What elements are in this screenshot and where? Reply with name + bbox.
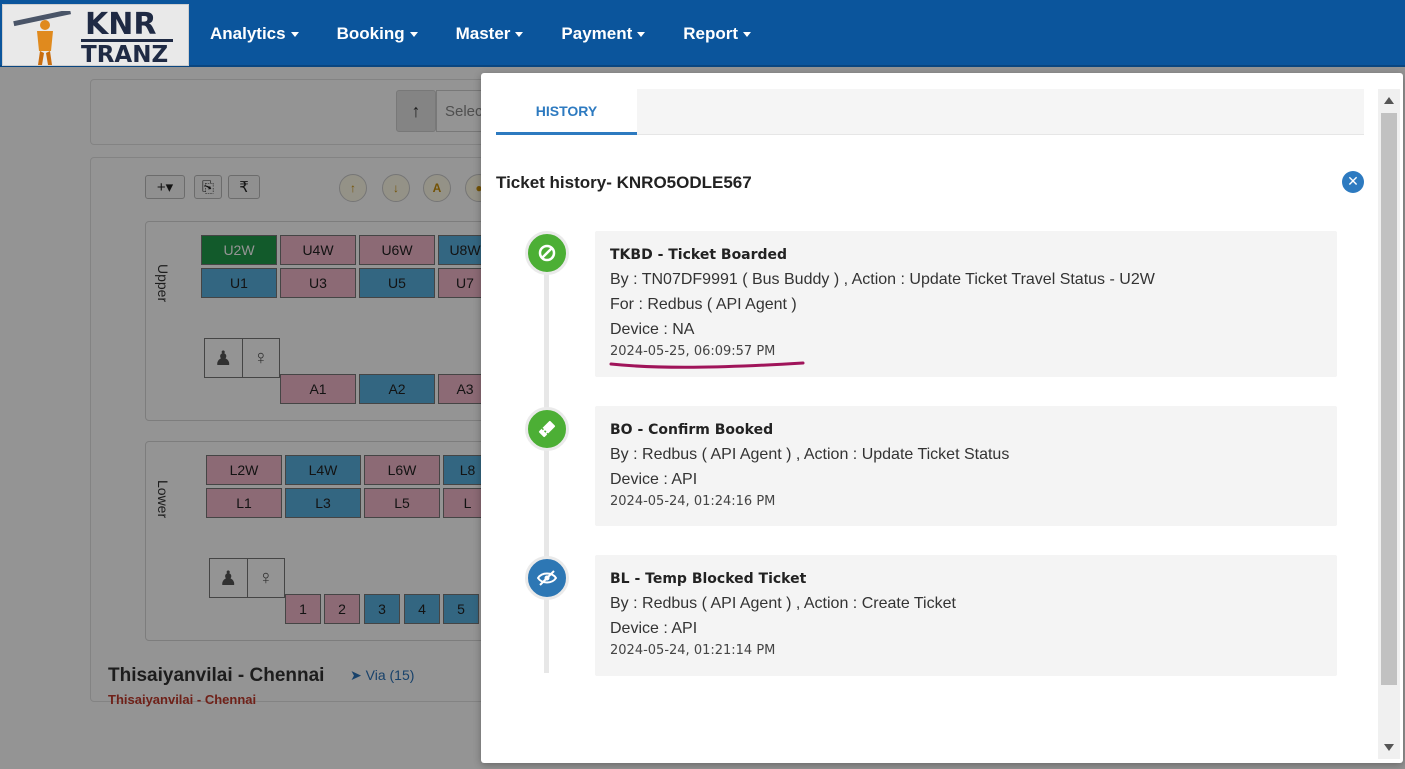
nav-payment[interactable]: Payment	[561, 24, 646, 44]
nav-analytics[interactable]: Analytics	[210, 24, 299, 44]
event-detail: Device : NA	[610, 321, 695, 338]
history-event: TKBD - Ticket Boarded By : TN07DF9991 ( …	[595, 231, 1337, 377]
worker-figure-icon	[13, 11, 72, 65]
brand-name-line1: KNR	[85, 7, 157, 42]
event-timestamp: 2024-05-25, 06:09:57 PM	[610, 344, 776, 359]
caret-down-icon	[743, 32, 752, 38]
caret-down-icon	[637, 32, 646, 38]
ticket-icon	[525, 407, 569, 451]
brand-logo[interactable]: KNR TRANZ	[2, 4, 189, 68]
history-event: BO - Confirm Booked By : Redbus ( API Ag…	[595, 406, 1337, 526]
ban-icon	[525, 231, 569, 275]
main-menu: Analytics Booking Master Payment Report	[210, 24, 789, 44]
scroll-down-icon[interactable]	[1384, 744, 1394, 751]
scroll-up-icon[interactable]	[1384, 97, 1394, 104]
caret-down-icon	[515, 32, 524, 38]
event-detail: By : TN07DF9991 ( Bus Buddy ) , Action :…	[610, 271, 1155, 288]
brand-name-line2: TRANZ	[81, 42, 169, 68]
event-detail: For : Redbus ( API Agent )	[610, 296, 797, 313]
scroll-thumb[interactable]	[1381, 113, 1397, 685]
modal-scrollbar[interactable]	[1378, 89, 1400, 759]
nav-report[interactable]: Report	[683, 24, 752, 44]
nav-master[interactable]: Master	[456, 24, 524, 44]
modal-tabs: HISTORY	[496, 89, 1364, 135]
ticket-history-modal: HISTORY Ticket history- KNRO5ODLE567 ✕ T…	[481, 73, 1403, 763]
event-title: BO - Confirm Booked	[610, 422, 774, 438]
timeline-line	[544, 253, 549, 673]
event-timestamp: 2024-05-24, 01:21:14 PM	[610, 643, 776, 658]
annotation-underline	[609, 361, 805, 369]
caret-down-icon	[409, 32, 418, 38]
top-navbar: KNR TRANZ Analytics Booking Master Payme…	[0, 0, 1405, 68]
event-detail: By : Redbus ( API Agent ) , Action : Cre…	[610, 595, 956, 612]
caret-down-icon	[290, 32, 299, 38]
event-timestamp: 2024-05-24, 01:24:16 PM	[610, 494, 776, 509]
event-detail: By : Redbus ( API Agent ) , Action : Upd…	[610, 446, 1010, 463]
event-title: BL - Temp Blocked Ticket	[610, 571, 807, 587]
history-event: BL - Temp Blocked Ticket By : Redbus ( A…	[595, 555, 1337, 676]
event-title: TKBD - Ticket Boarded	[610, 247, 788, 263]
event-detail: Device : API	[610, 620, 698, 637]
close-icon[interactable]: ✕	[1342, 171, 1364, 193]
tab-history[interactable]: HISTORY	[496, 89, 637, 135]
eye-slash-icon	[525, 556, 569, 600]
modal-title: Ticket history- KNRO5ODLE567	[496, 173, 752, 192]
nav-booking[interactable]: Booking	[337, 24, 418, 44]
event-detail: Device : API	[610, 471, 698, 488]
